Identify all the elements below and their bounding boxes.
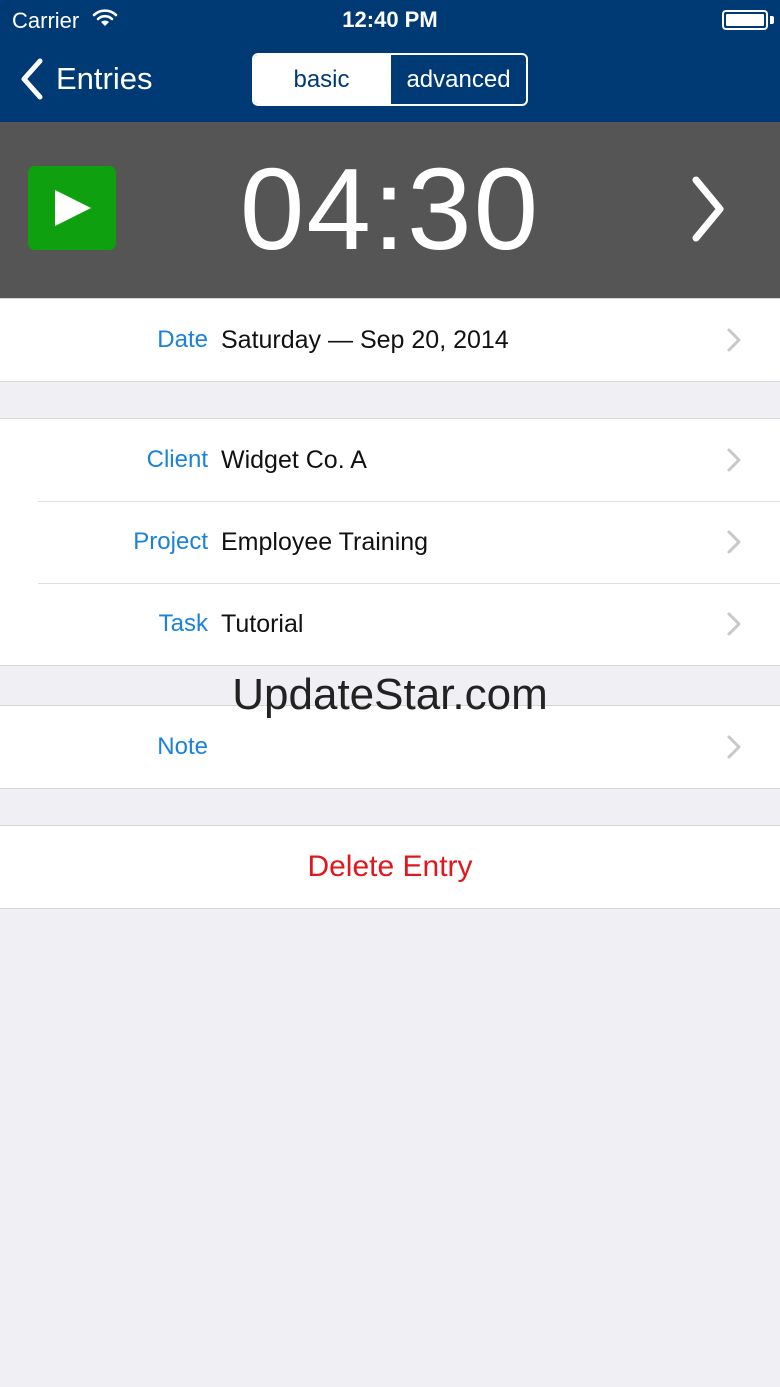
task-label: Task xyxy=(158,610,208,637)
chevron-right-icon xyxy=(727,448,741,472)
status-bar: Carrier 12:40 PM xyxy=(0,0,780,40)
client-value: Widget Co. A xyxy=(221,446,367,474)
chevron-right-icon xyxy=(727,328,741,352)
date-group: Date Saturday — Sep 20, 2014 xyxy=(0,298,780,382)
note-label: Note xyxy=(157,733,208,760)
details-group: Client Widget Co. A Project Employee Tra… xyxy=(0,418,780,666)
client-label: Client xyxy=(146,446,208,473)
project-value: Employee Training xyxy=(221,528,429,556)
date-value: Saturday — Sep 20, 2014 xyxy=(221,326,509,354)
chevron-right-icon xyxy=(727,612,741,636)
chevron-right-icon xyxy=(727,530,741,554)
chevron-left-icon xyxy=(21,58,43,100)
timer-bar: 04:30 xyxy=(0,122,780,298)
note-group: Note xyxy=(0,705,780,789)
status-time: 12:40 PM xyxy=(342,7,438,32)
battery-icon xyxy=(722,10,768,30)
date-row[interactable]: Date Saturday — Sep 20, 2014 xyxy=(0,299,780,381)
back-button-label: Entries xyxy=(56,61,153,96)
date-label: Date xyxy=(157,326,208,353)
back-button[interactable]: Entries xyxy=(18,56,152,102)
task-row[interactable]: Task Tutorial xyxy=(0,583,780,665)
segment-basic[interactable]: basic xyxy=(254,55,389,104)
chevron-right-icon xyxy=(727,735,741,759)
chevron-right-icon[interactable] xyxy=(688,174,728,244)
mode-segmented-control: basic advanced xyxy=(252,53,528,106)
battery-tip xyxy=(770,16,774,24)
delete-entry-button[interactable]: Delete Entry xyxy=(0,826,780,908)
client-row[interactable]: Client Widget Co. A xyxy=(0,419,780,501)
task-value: Tutorial xyxy=(221,610,304,638)
delete-group: Delete Entry xyxy=(0,825,780,909)
project-row[interactable]: Project Employee Training xyxy=(0,501,780,583)
navigation-bar: Carrier 12:40 PM Entries basic advanced xyxy=(0,0,780,122)
project-label: Project xyxy=(133,528,208,555)
segment-advanced[interactable]: advanced xyxy=(389,55,526,104)
timer-display: 04:30 xyxy=(239,144,541,274)
note-row[interactable]: Note xyxy=(0,706,780,788)
